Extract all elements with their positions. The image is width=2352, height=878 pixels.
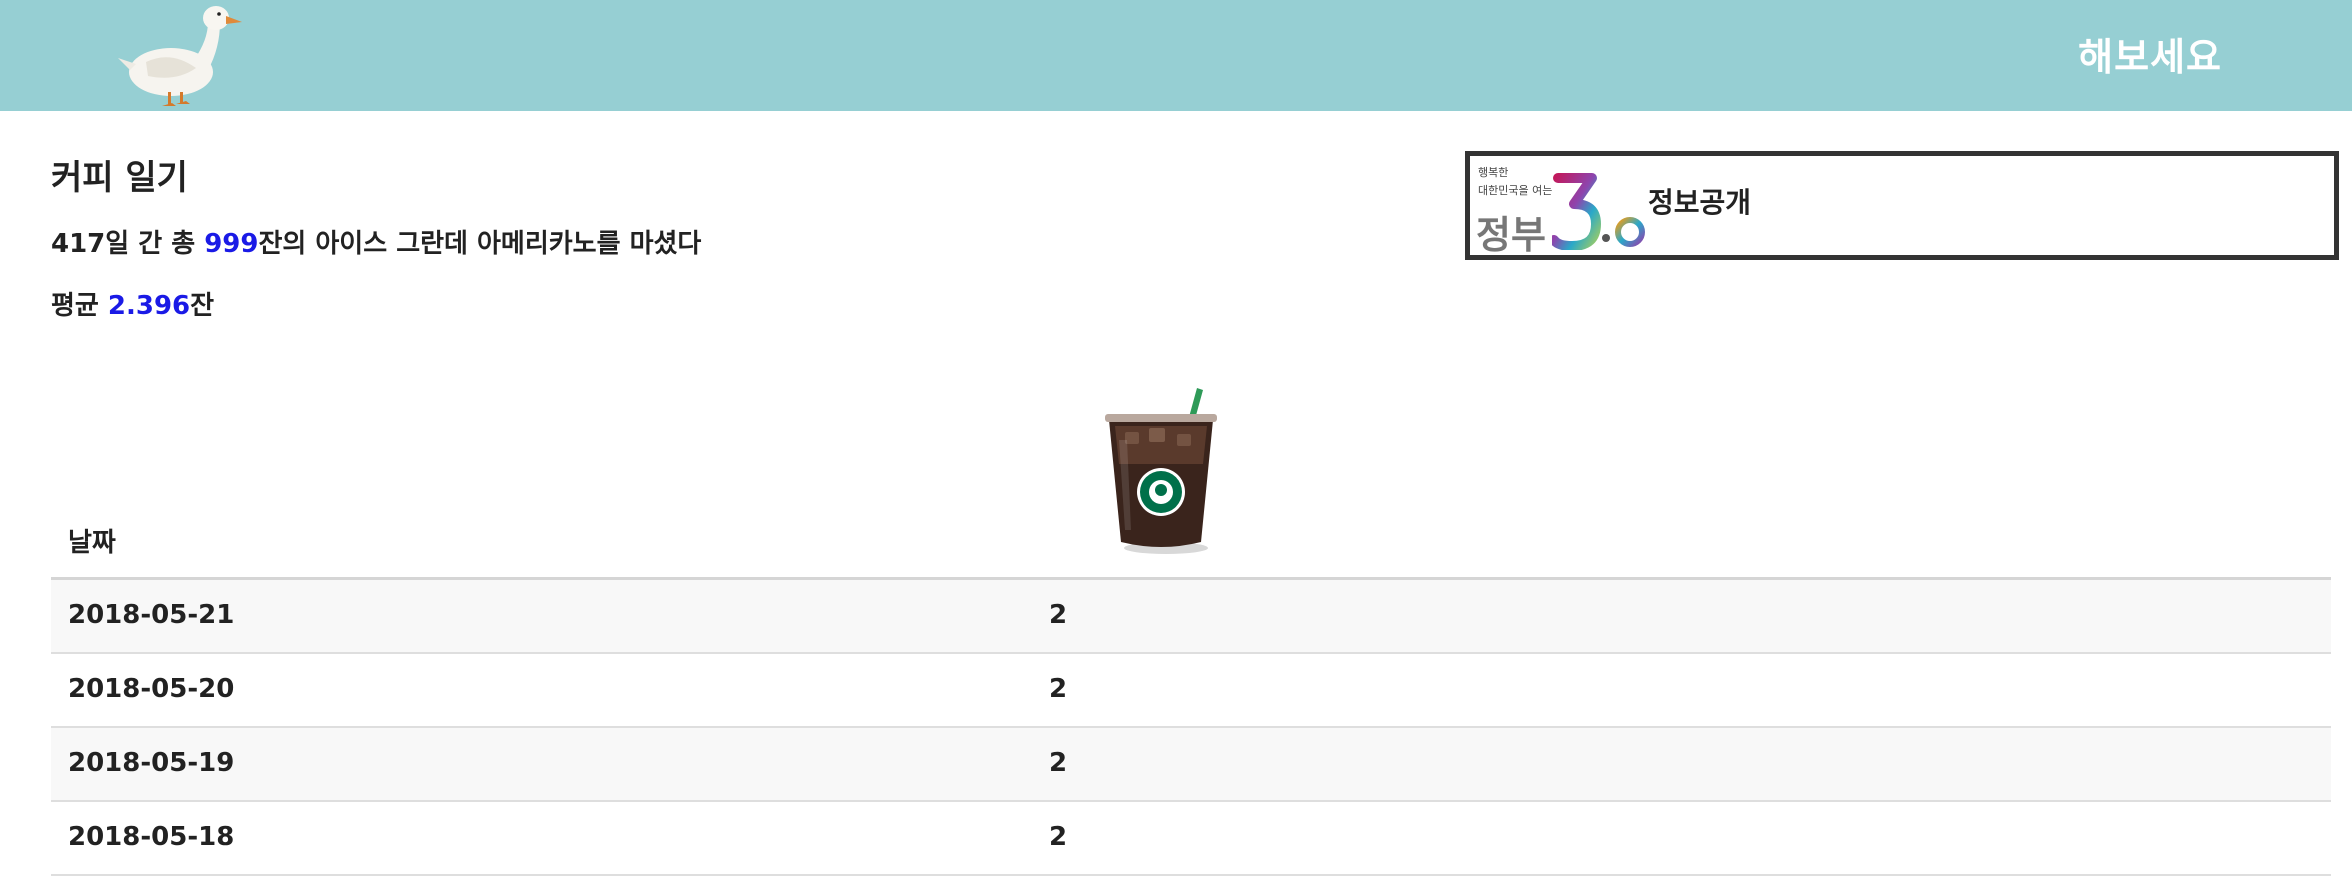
total-summary: 417일 간 총 999잔의 아이스 그란데 아메리카노를 마셨다 — [51, 223, 701, 260]
date-column-header: 날짜 — [68, 528, 116, 558]
gov-3-0-logo-icon — [1552, 173, 1645, 250]
row-count: 2 — [1049, 600, 1068, 630]
row-count: 2 — [1049, 674, 1068, 704]
average-suffix: 잔 — [190, 291, 215, 321]
row-count: 2 — [1049, 748, 1068, 778]
days-suffix: 일 간 총 — [105, 229, 205, 259]
page-title: 커피 일기 — [51, 158, 188, 198]
gov-open-data-banner[interactable]: 행복한 대한민국을 여는 정부 정보공개 — [1465, 151, 2339, 260]
try-link[interactable]: 해보세요 — [2078, 26, 2222, 81]
row-date: 2018-05-20 — [68, 674, 235, 704]
gov-word: 정부 — [1476, 213, 1546, 257]
days-count: 417 — [51, 229, 106, 259]
table-row: 2018-05-18 2 — [51, 802, 2331, 876]
table-row: 2018-05-19 2 — [51, 728, 2331, 802]
duck-icon — [118, 6, 242, 106]
row-date: 2018-05-18 — [68, 822, 235, 852]
row-date: 2018-05-19 — [68, 748, 235, 778]
row-count: 2 — [1049, 822, 1068, 852]
cups-count: 999 — [204, 229, 259, 259]
top-bar: 해보세요 — [0, 0, 2352, 111]
gov-label: 정보공개 — [1648, 186, 1752, 219]
average-prefix: 평균 — [51, 291, 108, 321]
row-date: 2018-05-21 — [68, 600, 235, 630]
iced-coffee-cup-icon — [1105, 388, 1217, 554]
gov-tagline-1: 행복한 — [1478, 166, 1509, 179]
gov-tagline-2: 대한민국을 여는 — [1478, 184, 1553, 197]
average-value: 2.396 — [107, 291, 191, 321]
average-summary: 평균 2.396잔 — [51, 285, 214, 322]
table-row: 2018-05-21 2 — [51, 580, 2331, 654]
table-header: 날짜 — [51, 380, 2331, 580]
cups-suffix: 잔의 아이스 그란데 아메리카노를 마셨다 — [258, 229, 702, 259]
table-row: 2018-05-20 2 — [51, 654, 2331, 728]
